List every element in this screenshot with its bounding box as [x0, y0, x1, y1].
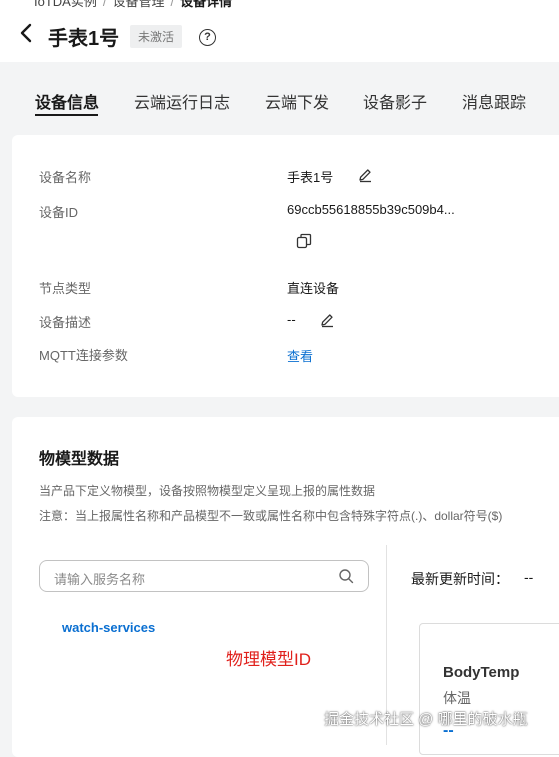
watermark-text: 掘金技术社区 @ 哪里的破水瓶	[324, 711, 528, 728]
breadcrumb-separator: /	[170, 0, 175, 9]
tab-device-info[interactable]: 设备信息	[35, 89, 99, 113]
last-updated-label: 最新更新时间：	[411, 571, 509, 587]
page-title: 手表1号	[48, 28, 120, 50]
device-name-label: 设备名称	[39, 170, 92, 185]
node-type-label: 节点类型	[39, 281, 92, 296]
tab-cloud-commands[interactable]: 云端下发	[265, 89, 329, 113]
search-placeholder: 请输入服务名称	[54, 572, 146, 587]
active-tab-indicator	[35, 114, 98, 116]
property-card[interactable]	[419, 623, 559, 755]
property-name: BodyTemp	[443, 664, 520, 681]
property-chinese-name: 体温	[443, 690, 471, 706]
tab-message-trace[interactable]: 消息跟踪	[462, 89, 526, 113]
tab-bar: 设备信息 云端运行日志 云端下发 设备影子 消息跟踪	[0, 62, 559, 122]
help-icon[interactable]: ?	[199, 29, 216, 46]
mqtt-view-link[interactable]: 查看	[287, 346, 313, 365]
tab-cloud-logs[interactable]: 云端运行日志	[134, 89, 230, 113]
model-section-title: 物模型数据	[39, 451, 120, 468]
device-desc-value: --	[287, 312, 296, 327]
model-description: 当产品下定义物模型，设备按照物模型定义呈现上报的属性数据	[39, 484, 376, 498]
breadcrumb-device-management[interactable]: 设备管理	[112, 0, 164, 9]
page-header: IoTDA实例 / 设备管理 / 设备详情 手表1号 未激活 ?	[0, 0, 559, 62]
edit-desc-icon[interactable]	[319, 312, 335, 328]
model-note: 注意：当上报属性名称和产品模型不一致或属性名称中包含特殊字符点(.)、dolla…	[39, 509, 503, 523]
device-name-value: 手表1号	[287, 170, 334, 185]
service-search-input[interactable]: 请输入服务名称	[39, 560, 369, 592]
breadcrumb-root[interactable]: IoTDA实例	[34, 0, 97, 9]
breadcrumb: IoTDA实例 / 设备管理 / 设备详情	[34, 0, 232, 10]
device-id-value: 69ccb55618855b39c509b4...	[287, 202, 455, 217]
breadcrumb-separator: /	[102, 0, 107, 9]
status-badge: 未激活	[130, 25, 183, 48]
service-list-item[interactable]: watch-services	[62, 620, 155, 635]
last-updated-value: --	[524, 569, 534, 585]
breadcrumb-current: 设备详情	[180, 0, 233, 9]
annotation-text: 物理模型ID	[226, 650, 311, 669]
device-desc-label: 设备描述	[39, 315, 92, 330]
tab-device-shadow[interactable]: 设备影子	[363, 89, 427, 113]
device-id-label: 设备ID	[39, 205, 79, 220]
mqtt-label: MQTT连接参数	[39, 348, 128, 363]
node-type-value: 直连设备	[287, 281, 340, 296]
copy-icon[interactable]	[296, 233, 312, 249]
edit-name-icon[interactable]	[357, 167, 373, 183]
search-icon[interactable]	[338, 568, 354, 584]
back-arrow-icon[interactable]	[18, 22, 36, 44]
